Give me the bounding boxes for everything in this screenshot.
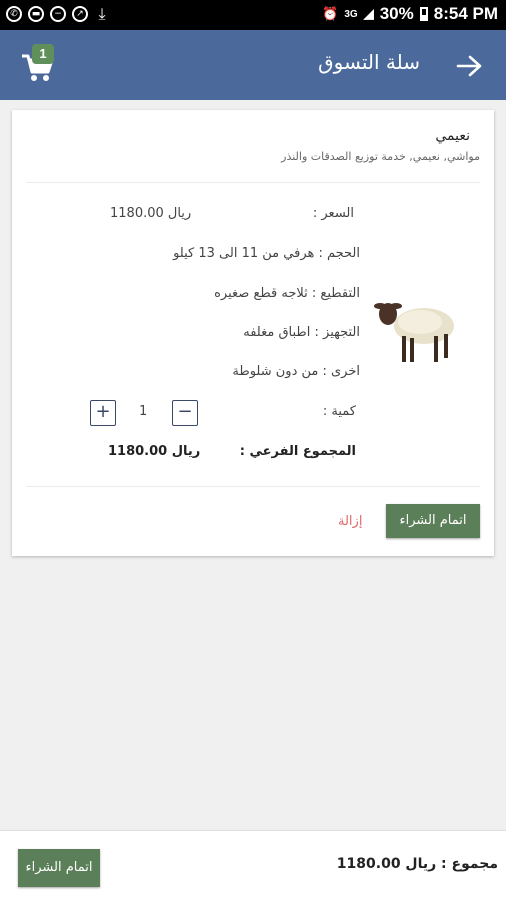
status-bar: ✆ ▬ − ↗ ⤓ ⏰ 3G ◢ 30% 8:54 PM	[0, 0, 506, 30]
packing-option: التجهيز : اطباق مغلفه	[243, 325, 360, 340]
download-icon: ⤓	[98, 4, 106, 23]
clock: 8:54 PM	[433, 4, 498, 23]
divider	[26, 182, 480, 183]
other-option: اخرى : من دون شلوطة	[232, 364, 360, 379]
product-title: نعيمي	[435, 128, 470, 144]
increase-quantity-button[interactable]: +	[90, 400, 116, 426]
remove-item-link[interactable]: إزالة	[338, 514, 362, 529]
bottom-bar: اتمام الشراء مجموع : ريال 1180.00	[0, 830, 506, 901]
decrease-quantity-button[interactable]: −	[172, 400, 198, 426]
bottom-checkout-button[interactable]: اتمام الشراء	[18, 849, 100, 887]
cart-count-badge: 1	[32, 44, 54, 64]
quantity-value: 1	[139, 404, 148, 419]
whatsapp-icon: ✆	[6, 6, 22, 22]
sheep-image	[374, 303, 454, 362]
price-value: ريال 1180.00	[110, 206, 192, 221]
notification-icons: ✆ ▬ − ↗ ⤓	[6, 6, 110, 22]
battery-percent: 30%	[379, 4, 414, 23]
price-label: السعر :	[312, 206, 354, 221]
subtotal-value: ريال 1180.00	[108, 444, 201, 459]
quantity-label: كمية :	[322, 404, 356, 419]
product-subtitle: مواشي, نعيمي, خدمة توزيع الصدقات والنذر	[281, 150, 480, 163]
page-title: سلة التسوق	[318, 50, 420, 74]
message-icon: ▬	[28, 6, 44, 22]
minus-circle-icon: −	[50, 6, 66, 22]
status-right: ⏰ 3G ◢ 30% 8:54 PM	[322, 4, 498, 24]
cart-total: مجموع : ريال 1180.00	[336, 856, 498, 872]
signal-icon: ◢	[363, 6, 374, 21]
back-arrow-icon[interactable]	[456, 54, 482, 78]
alarm-icon: ⏰	[322, 6, 339, 21]
app-bar: 1 سلة التسوق	[0, 30, 506, 100]
cart-item-card: نعيمي مواشي, نعيمي, خدمة توزيع الصدقات و…	[12, 110, 494, 556]
divider	[26, 486, 480, 487]
app-notification-icon: ↗	[72, 6, 88, 22]
checkout-button[interactable]: اتمام الشراء	[386, 504, 480, 538]
cutting-option: التقطيع : ثلاجه قطع صغيره	[214, 286, 360, 301]
network-type: 3G	[344, 8, 358, 20]
size-option: الحجم : هرفي من 11 الى 13 كيلو	[173, 246, 360, 261]
subtotal-label: المجموع الفرعي :	[239, 444, 356, 459]
battery-icon	[419, 7, 428, 21]
